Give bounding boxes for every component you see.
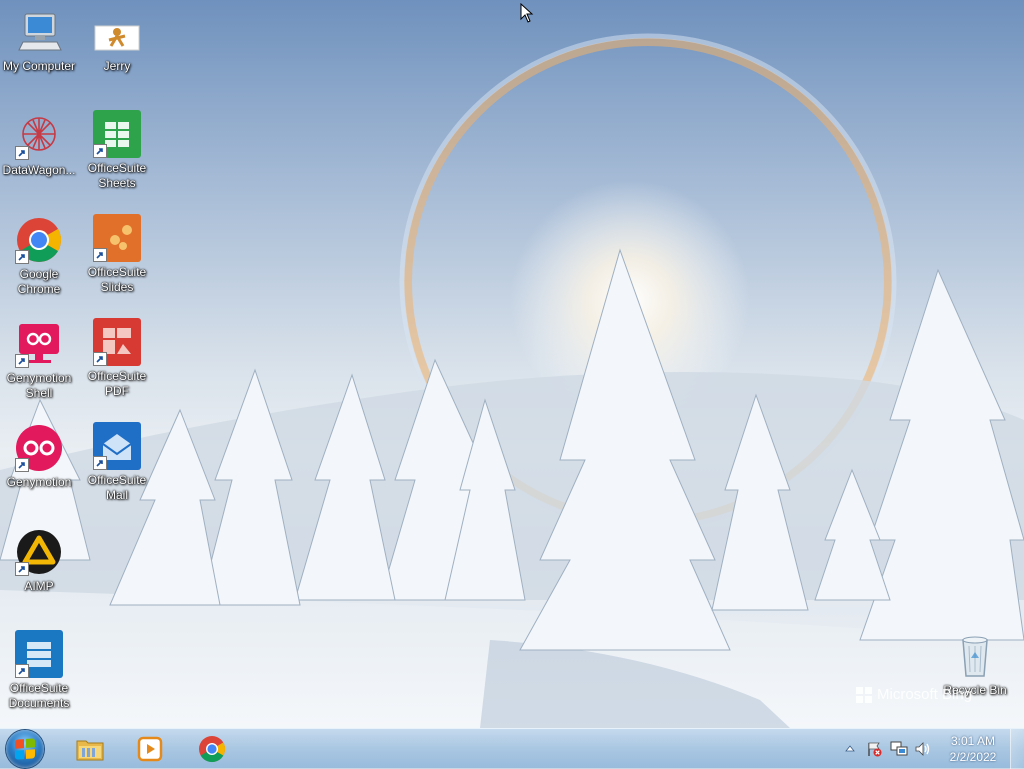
clock-date: 2/2/2022 (949, 750, 997, 764)
watermark-text: Microsoft Bing (877, 686, 973, 703)
desktop-icon-label: OfficeSuite Mail (87, 473, 147, 502)
microsoft-bing-watermark: Microsoft Bing (856, 686, 972, 703)
shortcut-arrow-icon (93, 248, 107, 262)
taskbar-clock[interactable]: 3:01 AM 2/2/2022 (940, 733, 1006, 765)
taskbar: 3:01 AM 2/2/2022 (0, 728, 1024, 769)
desktop-icon-jerry[interactable]: Jerry (78, 22, 156, 74)
taskbar-chrome-button[interactable] (184, 731, 240, 767)
action-center-flag-icon[interactable] (866, 741, 882, 757)
show-hidden-icons-arrow[interactable] (845, 744, 855, 752)
shortcut-arrow-icon (93, 144, 107, 158)
start-button[interactable] (6, 730, 44, 768)
media-player-icon (136, 735, 164, 763)
shortcut-arrow-icon (15, 664, 29, 678)
microsoft-logo-icon (856, 686, 872, 703)
shortcut-arrow-icon (15, 458, 29, 472)
desktop-icon-google-chrome[interactable]: Google Chrome (0, 216, 78, 297)
desktop-icon-label: OfficeSuite PDF (87, 369, 147, 398)
desktop-icon-label: OfficeSuite Sheets (87, 161, 147, 190)
desktop-icon-genymotion-shell[interactable]: Genymotion Shell (0, 320, 78, 401)
desktop-icon-label: Jerry (103, 59, 131, 73)
officesuite-mail-icon (93, 422, 141, 470)
desktop-icon-datawagon[interactable]: DataWagon... (0, 112, 78, 178)
chrome-icon (15, 216, 63, 264)
desktop-icon-genymotion[interactable]: Genymotion (0, 424, 78, 490)
shortcut-arrow-icon (15, 354, 29, 368)
computer-icon (15, 8, 63, 56)
datawagon-icon (15, 112, 63, 160)
desktop-icon-label: Google Chrome (17, 267, 61, 296)
shortcut-arrow-icon (93, 456, 107, 470)
taskbar-file-explorer-button[interactable] (62, 731, 118, 767)
genymotion-icon (15, 424, 63, 472)
desktop-icon-label: OfficeSuite Slides (87, 265, 147, 294)
shortcut-arrow-icon (93, 352, 107, 366)
chrome-icon (198, 735, 226, 763)
network-icon[interactable] (890, 741, 908, 757)
officesuite-slides-icon (93, 214, 141, 262)
aimp-icon (15, 528, 63, 576)
desktop-icon-label: AIMP (24, 579, 54, 593)
shortcut-arrow-icon (15, 562, 29, 576)
shortcut-arrow-icon (15, 146, 29, 160)
desktop-icon-officesuite-mail[interactable]: OfficeSuite Mail (78, 422, 156, 503)
desktop-icon-officesuite-pdf[interactable]: OfficeSuite PDF (78, 318, 156, 399)
desktop-icon-label: My Computer (2, 59, 76, 73)
clock-time: 3:01 AM (950, 734, 996, 748)
desktop-icon-label: DataWagon... (2, 163, 76, 177)
volume-icon[interactable] (914, 741, 932, 757)
desktop-icon-label: Genymotion (6, 475, 72, 489)
show-desktop-button[interactable] (1010, 729, 1024, 769)
desktop-icon-officesuite-sheets[interactable]: OfficeSuite Sheets (78, 110, 156, 191)
jerry-image-icon (93, 22, 141, 56)
desktop-icon-aimp[interactable]: AIMP (0, 528, 78, 594)
desktop-icon-my-computer[interactable]: My Computer (0, 8, 78, 74)
recycle-bin-icon (951, 632, 999, 680)
officesuite-sheets-icon (93, 110, 141, 158)
windows-logo-icon (15, 738, 35, 760)
shortcut-arrow-icon (15, 250, 29, 264)
desktop-icon-officesuite-slides[interactable]: OfficeSuite Slides (78, 214, 156, 295)
desktop-icon-label: OfficeSuite Documents (8, 681, 70, 710)
officesuite-pdf-icon (93, 318, 141, 366)
desktop-icon-officesuite-documents[interactable]: OfficeSuite Documents (0, 630, 78, 711)
officesuite-documents-icon (15, 630, 63, 678)
desktop-icon-label: Genymotion Shell (6, 371, 72, 400)
mouse-cursor-icon (520, 3, 534, 23)
file-explorer-icon (76, 735, 104, 763)
genymotion-shell-icon (15, 320, 63, 368)
taskbar-media-player-button[interactable] (122, 731, 178, 767)
